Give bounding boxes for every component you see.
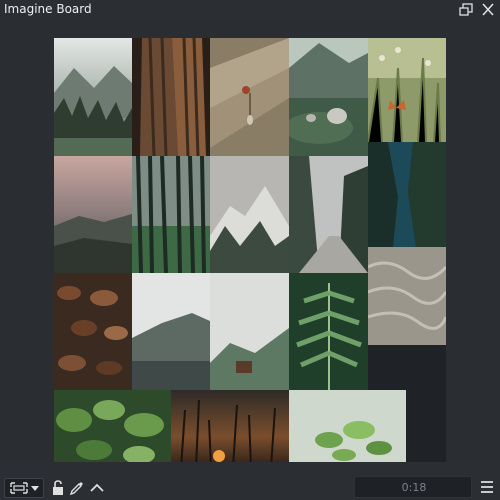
image-tile[interactable] [54,390,171,468]
close-icon[interactable] [480,2,496,16]
cabin-in-fog-image [210,273,289,390]
snowy-mountain-peaks-image [210,156,289,273]
tea-plant-leaves-image [289,390,406,468]
dark-pine-forest-image [132,156,210,273]
image-tile[interactable] [289,156,368,273]
frame-select-icon [10,482,39,494]
window-title: Imagine Board [4,2,92,16]
dried-flower-in-vase-image [210,38,289,156]
image-tile[interactable] [368,38,446,142]
fern-leaf-image [289,273,368,390]
image-tile[interactable] [289,38,368,156]
image-tile[interactable] [210,156,289,273]
pink-sky-mountain-ridge-image [54,156,132,273]
misty-hills-lake-image [132,273,210,390]
timer-text: 0:18 [401,481,427,494]
timer-display: 0:18 [354,476,472,498]
misty-mountain-forest-image [54,38,132,156]
float-window-icon[interactable] [458,2,474,16]
image-tile[interactable] [289,390,406,468]
image-board[interactable] [54,38,446,468]
image-tile[interactable] [132,273,210,390]
image-tile[interactable] [368,247,446,345]
lock-icon[interactable] [50,478,66,498]
title-bar: Imagine Board [0,0,500,18]
sand-texture-image [368,247,446,345]
hamburger-menu-icon[interactable] [478,478,496,496]
bottom-toolbar: 0:18 [0,462,500,500]
image-tile[interactable] [54,38,132,156]
image-tile[interactable] [54,273,132,390]
butterfly-in-meadow-image [368,38,446,142]
tree-bark-closeup-image [132,38,210,156]
image-tile[interactable] [289,273,368,390]
teapot-on-mossy-rock-image [289,38,368,156]
image-tile[interactable] [210,273,289,390]
foggy-forest-road-image [289,156,368,273]
chevron-down-icon [31,486,39,491]
chevron-up-icon[interactable] [88,478,106,498]
fallen-leaves-image [54,273,132,390]
image-tile[interactable] [132,38,210,156]
sunset-wildflowers-image [171,390,289,468]
image-tile[interactable] [54,156,132,273]
aerial-lake-forest-image [368,142,446,247]
green-leaves-image [54,390,171,468]
image-tile[interactable] [368,142,446,247]
color-picker-icon[interactable] [68,478,86,498]
image-tile[interactable] [210,38,289,156]
frame-select-button[interactable] [4,478,44,498]
image-tile[interactable] [132,156,210,273]
board-area [0,18,500,468]
image-tile[interactable] [171,390,289,468]
